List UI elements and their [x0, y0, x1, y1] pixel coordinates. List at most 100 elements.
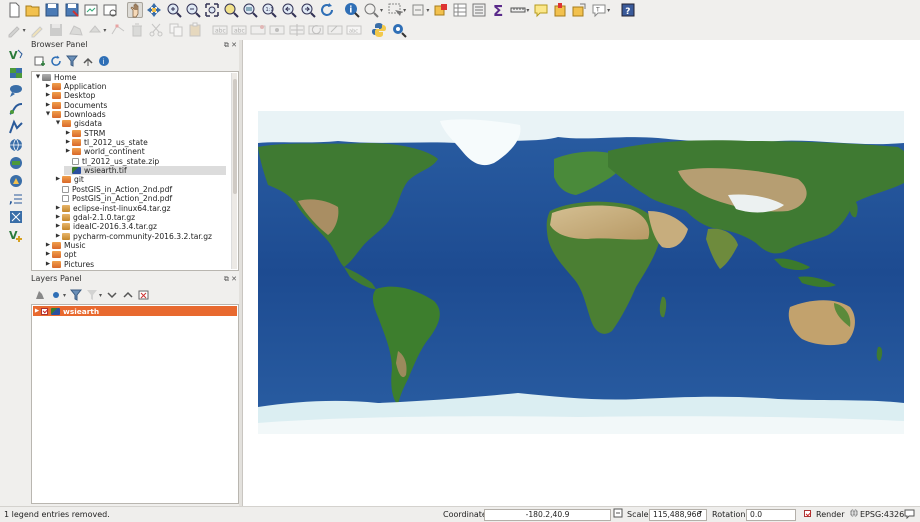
- browser-item[interactable]: wsiearth.tif: [64, 166, 226, 176]
- browser-item[interactable]: ▶ Desktop: [44, 91, 95, 100]
- save-layer-edits-icon[interactable]: [48, 22, 64, 38]
- close-panel-icon[interactable]: ✕: [231, 41, 237, 49]
- filter-legend-icon[interactable]: [70, 289, 83, 301]
- new-project-icon[interactable]: [6, 2, 22, 18]
- browser-item[interactable]: PostGIS_in_Action_2nd.pdf: [54, 194, 172, 203]
- render-checkbox[interactable]: [804, 509, 814, 518]
- zoom-to-selection-icon[interactable]: [223, 2, 239, 18]
- save-as-icon[interactable]: [64, 2, 80, 18]
- node-tool-icon[interactable]: [110, 22, 126, 38]
- browser-item[interactable]: ▶ world_continent: [64, 147, 145, 156]
- coordinate-field[interactable]: -180.2,40.9: [484, 509, 611, 521]
- zoom-out-icon[interactable]: [185, 2, 201, 18]
- zoom-next-icon[interactable]: [300, 2, 316, 18]
- scale-dropdown-icon[interactable]: ▾: [699, 509, 702, 516]
- add-feature-icon[interactable]: [68, 22, 84, 38]
- float-panel-icon[interactable]: ⧉: [224, 41, 229, 49]
- browser-item[interactable]: ▶ tl_2012_us_state: [64, 138, 148, 147]
- browser-item[interactable]: ▶ Application: [44, 82, 107, 91]
- add-mssql-layer-icon[interactable]: [8, 119, 24, 135]
- delete-selected-icon[interactable]: [129, 22, 145, 38]
- browser-item[interactable]: ▼ Home: [34, 73, 77, 82]
- collapse-arrow-icon[interactable]: ▼: [44, 110, 52, 119]
- browser-tree[interactable]: ▼ Home ▶ Application ▶ Desktop ▶ Documents ▼ Down…: [31, 71, 239, 271]
- expand-arrow-icon[interactable]: ▶: [44, 241, 52, 250]
- browser-item[interactable]: ▶ pycharm-community-2016.3.2.tar.gz: [54, 231, 212, 241]
- browser-item[interactable]: ▶ Pictures: [44, 260, 94, 269]
- layer-labeling-icon[interactable]: abc: [231, 22, 247, 38]
- add-wfs-layer-icon[interactable]: [8, 173, 24, 189]
- layer-row-wsiearth[interactable]: ▶ wsiearth: [33, 306, 237, 316]
- browser-item[interactable]: PostGIS_in_Action_2nd.pdf: [54, 185, 172, 194]
- new-print-composer-icon[interactable]: [83, 2, 99, 18]
- deselect-all-icon[interactable]: [433, 2, 449, 18]
- browser-item[interactable]: ▶ eclipse-inst-linux64.tar.gz: [54, 203, 171, 213]
- new-shapefile-layer-icon[interactable]: V: [8, 227, 24, 243]
- change-label-icon[interactable]: [327, 22, 343, 38]
- statistical-summary-icon[interactable]: Σ: [491, 2, 507, 18]
- metasearch-icon[interactable]: [391, 22, 407, 38]
- style-manager-icon[interactable]: [34, 289, 46, 301]
- show-hide-labels-icon[interactable]: [269, 22, 285, 38]
- browser-item[interactable]: tl_2012_us_state.zip: [64, 157, 159, 166]
- label-tool-icon[interactable]: abc: [212, 22, 228, 38]
- identify-features-icon[interactable]: i: [344, 2, 360, 18]
- crs-globe-icon[interactable]: [849, 508, 859, 520]
- move-feature-icon[interactable]: [87, 22, 103, 38]
- add-raster-layer-icon[interactable]: [8, 65, 24, 81]
- pan-to-selection-icon[interactable]: [146, 2, 162, 18]
- measure-line-icon[interactable]: [510, 2, 526, 18]
- add-spatialite-layer-icon[interactable]: [8, 101, 24, 117]
- messages-icon[interactable]: [904, 508, 915, 521]
- add-group-icon[interactable]: [50, 289, 62, 301]
- composer-manager-icon[interactable]: [102, 2, 118, 18]
- browser-item[interactable]: ▶ STRM: [64, 129, 105, 138]
- new-bookmark-icon[interactable]: [552, 2, 568, 18]
- python-console-icon[interactable]: [371, 22, 387, 38]
- help-icon[interactable]: ?: [620, 2, 636, 18]
- text-annotation-icon[interactable]: T: [591, 2, 607, 18]
- layer-visibility-checkbox[interactable]: [41, 307, 48, 315]
- pan-map-icon[interactable]: [127, 2, 144, 18]
- add-wcs-layer-icon[interactable]: [8, 155, 24, 171]
- show-bookmarks-icon[interactable]: [571, 2, 587, 18]
- expand-arrow-icon[interactable]: ▶: [44, 260, 52, 269]
- move-label-icon[interactable]: [289, 22, 305, 38]
- add-vector-layer-icon[interactable]: V: [8, 47, 24, 63]
- measure-icon[interactable]: [363, 2, 380, 18]
- add-wms-layer-icon[interactable]: [8, 137, 24, 153]
- add-virtual-layer-icon[interactable]: [8, 209, 24, 225]
- browser-item[interactable]: ▼ Downloads: [44, 110, 106, 119]
- browser-item[interactable]: ▶ gdal-2.1.0.tar.gz: [54, 213, 135, 222]
- browser-item[interactable]: ▶ Music: [44, 241, 86, 250]
- refresh-icon[interactable]: [319, 2, 335, 18]
- paste-features-icon[interactable]: [187, 22, 203, 38]
- pin-labels-icon[interactable]: [250, 22, 266, 38]
- zoom-full-icon[interactable]: [204, 2, 220, 18]
- expand-arrow-icon[interactable]: ▶: [54, 175, 62, 184]
- diagram-options-icon[interactable]: abc: [346, 22, 362, 38]
- rotate-label-icon[interactable]: [308, 22, 324, 38]
- map-tips-icon[interactable]: [533, 2, 549, 18]
- enable-properties-icon[interactable]: i: [98, 55, 110, 67]
- copy-features-icon[interactable]: [168, 22, 184, 38]
- add-delimited-text-icon[interactable]: ,: [8, 191, 24, 207]
- world-raster-map[interactable]: [258, 111, 904, 434]
- collapse-arrow-icon[interactable]: ▼: [34, 73, 42, 82]
- zoom-to-layer-icon[interactable]: [242, 2, 258, 18]
- select-by-value-icon[interactable]: [410, 2, 426, 18]
- expand-arrow-icon[interactable]: ▶: [33, 308, 41, 314]
- rotation-field[interactable]: 0.0: [746, 509, 796, 521]
- expand-arrow-icon[interactable]: ▶: [64, 138, 72, 147]
- float-panel-icon[interactable]: ⧉: [224, 275, 229, 283]
- filter-browser-icon[interactable]: [66, 55, 78, 67]
- expand-arrow-icon[interactable]: ▶: [44, 91, 52, 100]
- collapse-all-icon[interactable]: [82, 55, 94, 67]
- map-canvas[interactable]: [242, 40, 920, 506]
- select-features-icon[interactable]: [387, 2, 403, 18]
- expand-arrow-icon[interactable]: ▶: [44, 101, 52, 110]
- browser-item[interactable]: ▼ gisdata: [54, 119, 102, 128]
- zoom-in-icon[interactable]: [166, 2, 182, 18]
- browser-item[interactable]: ▶ Documents: [44, 101, 107, 110]
- save-project-icon[interactable]: [44, 2, 60, 18]
